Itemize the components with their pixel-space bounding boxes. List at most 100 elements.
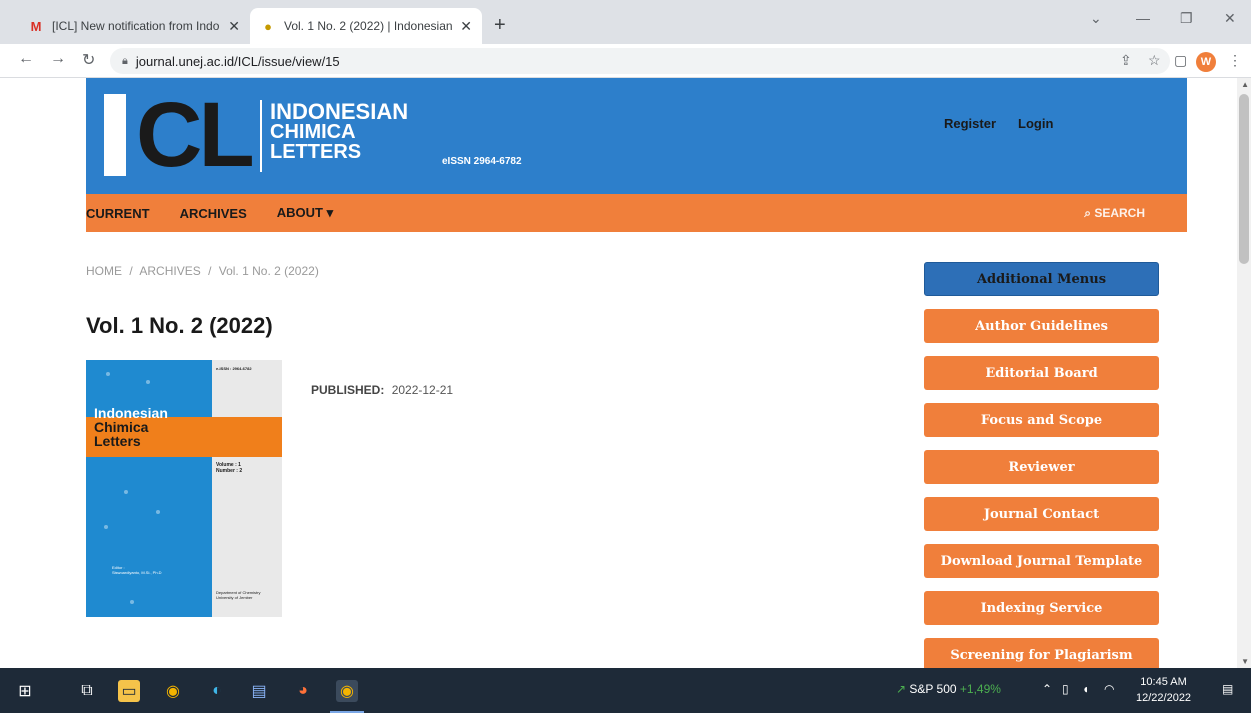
main-nav: CURRENT ARCHIVES ABOUT ▾ ⌕ SEARCH <box>86 194 1187 232</box>
issn-text: eISSN 2964-6782 <box>442 156 522 167</box>
close-icon[interactable]: ✕ <box>460 18 472 35</box>
user-nav: Register Login <box>944 116 1053 131</box>
close-icon[interactable]: ✕ <box>228 18 240 35</box>
profile-avatar[interactable]: W <box>1196 52 1216 72</box>
site-header: CL INDONESIAN CHIMICA LETTERS eISSN 2964… <box>86 78 1187 194</box>
logo-wordmark: INDONESIAN CHIMICA LETTERS <box>270 101 408 163</box>
cover-title: Indonesian Chimica Letters <box>94 406 168 448</box>
share-icon[interactable]: ⇪ <box>1120 52 1132 69</box>
chrome-profile-icon[interactable]: ◉ <box>336 680 358 702</box>
task-view-icon[interactable]: ⧉ <box>76 680 98 702</box>
back-icon[interactable]: ← <box>18 50 34 68</box>
logo-i-bar <box>104 94 126 176</box>
tab-journal[interactable]: ● Vol. 1 No. 2 (2022) | Indonesian C ✕ <box>250 8 482 44</box>
page-viewport: CL INDONESIAN CHIMICA LETTERS eISSN 2964… <box>0 78 1251 668</box>
volume-icon[interactable]: ◖ <box>1082 682 1089 696</box>
notification-icon[interactable]: ▤ <box>1222 682 1233 696</box>
sidebar-reviewer[interactable]: Reviewer <box>924 450 1159 484</box>
display-icon[interactable]: ▯ <box>1062 682 1069 696</box>
cover-droplet <box>156 510 160 514</box>
new-tab-icon[interactable]: + <box>494 14 506 37</box>
tab-search-icon[interactable]: ⌄ <box>1090 10 1102 27</box>
cover-droplet <box>146 380 150 384</box>
logo-line-3: LETTERS <box>270 141 362 163</box>
login-link[interactable]: Login <box>1018 116 1053 131</box>
published-date: 2022-12-21 <box>391 383 454 397</box>
page-scrollbar[interactable]: ▲ ▼ <box>1237 78 1251 668</box>
wifi-icon[interactable]: ◠ <box>1104 682 1114 696</box>
breadcrumb-archives[interactable]: ARCHIVES <box>139 264 200 278</box>
reload-icon[interactable]: ↻ <box>82 50 95 70</box>
sidebar-focus-scope[interactable]: Focus and Scope <box>924 403 1159 437</box>
sidebar-screening-plagiarism[interactable]: Screening for Plagiarism <box>924 638 1159 668</box>
firefox-icon[interactable]: ◕ <box>292 680 314 702</box>
cover-volume: Volume : 1 Number : 2 <box>216 462 242 474</box>
browser-toolbar: ← → ↻ 🔒︎ journal.unej.ac.id/ICL/issue/vi… <box>0 44 1251 78</box>
cover-title-3: Letters <box>94 433 141 449</box>
breadcrumb-separator: / <box>208 264 212 278</box>
restore-icon[interactable]: ❐ <box>1180 10 1193 27</box>
tray-chevron-icon[interactable]: ⌃ <box>1042 682 1052 696</box>
breadcrumb-home[interactable]: HOME <box>86 264 122 278</box>
journal-icon: ● <box>264 18 272 34</box>
clock-date: 12/22/2022 <box>1136 692 1192 704</box>
file-explorer-icon[interactable]: ▭ <box>118 680 140 702</box>
network-app-icon[interactable]: ▤ <box>248 680 270 702</box>
stock-name: S&P 500 <box>909 682 957 696</box>
cover-droplet <box>130 600 134 604</box>
page-title: Vol. 1 No. 2 (2022) <box>86 313 273 338</box>
logo-letters: CL <box>136 83 255 186</box>
nav-current[interactable]: CURRENT <box>86 206 150 221</box>
register-link[interactable]: Register <box>944 116 996 131</box>
nav-archives[interactable]: ARCHIVES <box>180 206 247 221</box>
published-label: PUBLISHED: <box>311 383 385 397</box>
cover-droplet <box>106 372 110 376</box>
side-panel-icon[interactable]: ▢ <box>1174 52 1187 69</box>
menu-icon[interactable]: ⋮ <box>1228 52 1242 69</box>
tab-gmail[interactable]: M [ICL] New notification from Indon ✕ <box>18 8 250 44</box>
breadcrumb: HOME / ARCHIVES / Vol. 1 No. 2 (2022) <box>86 264 323 278</box>
edge-icon[interactable]: ◐ <box>206 680 228 702</box>
cover-number-line: Number : 2 <box>216 468 243 474</box>
search-link[interactable]: ⌕ SEARCH <box>1084 206 1145 221</box>
lock-icon: 🔒︎ <box>122 54 128 67</box>
clock-time: 10:45 AM <box>1140 676 1187 688</box>
stock-trend-icon: ↗ <box>896 682 907 696</box>
tab-title: [ICL] New notification from Indon <box>52 19 221 33</box>
published-info: PUBLISHED: 2022-12-21 <box>311 383 453 397</box>
address-bar[interactable]: 🔒︎ journal.unej.ac.id/ICL/issue/view/15 <box>110 48 1170 74</box>
tab-title: Vol. 1 No. 2 (2022) | Indonesian C <box>284 19 453 33</box>
issue-cover-image[interactable]: e-ISSN : 2964-6782 Indonesian Chimica Le… <box>86 360 282 617</box>
sidebar-download-template[interactable]: Download Journal Template <box>924 544 1159 578</box>
minimize-icon[interactable]: — <box>1136 10 1150 26</box>
sidebar-additional-menus[interactable]: Additional Menus <box>924 262 1159 296</box>
sidebar-author-guidelines[interactable]: Author Guidelines <box>924 309 1159 343</box>
system-clock[interactable]: 10:45 AM 12/22/2022 <box>1136 674 1191 706</box>
chrome-icon[interactable]: ◉ <box>162 680 184 702</box>
window-close-icon[interactable]: ✕ <box>1224 10 1236 27</box>
os-taskbar: ⊞ ⧉ ▭ ◉ ◐ ▤ ◕ ◉ ↗ S&P 500 +1,49% ⌃ ▯ ◖ ◠… <box>0 668 1251 713</box>
scroll-down-icon[interactable]: ▼ <box>1241 657 1249 666</box>
cover-department: Department of Chemistry University of Je… <box>216 590 260 600</box>
cover-title-1: Indonesian <box>94 405 168 421</box>
scroll-thumb[interactable] <box>1239 94 1249 264</box>
sidebar-indexing-service[interactable]: Indexing Service <box>924 591 1159 625</box>
sidebar-editorial-board[interactable]: Editorial Board <box>924 356 1159 390</box>
url-text: journal.unej.ac.id/ICL/issue/view/15 <box>135 53 340 69</box>
nav-about[interactable]: ABOUT ▾ <box>277 205 333 221</box>
forward-icon[interactable]: → <box>50 50 66 68</box>
breadcrumb-current: Vol. 1 No. 2 (2022) <box>218 264 319 278</box>
cover-dept-line-2: University of Jember <box>216 595 253 600</box>
logo-divider <box>260 100 262 172</box>
cover-droplet <box>104 525 108 529</box>
cover-issn: e-ISSN : 2964-6782 <box>216 366 252 371</box>
windows-start-icon[interactable]: ⊞ <box>14 680 36 702</box>
stock-widget[interactable]: ↗ S&P 500 +1,49% <box>896 682 1001 696</box>
logo-line-2: CHIMICA <box>270 121 356 143</box>
sidebar-journal-contact[interactable]: Journal Contact <box>924 497 1159 531</box>
bookmark-star-icon[interactable]: ☆ <box>1148 52 1161 69</box>
gmail-icon: M <box>30 18 42 34</box>
cover-hex-pattern <box>212 360 282 617</box>
site-logo[interactable]: CL <box>104 84 255 186</box>
scroll-up-icon[interactable]: ▲ <box>1241 80 1249 89</box>
